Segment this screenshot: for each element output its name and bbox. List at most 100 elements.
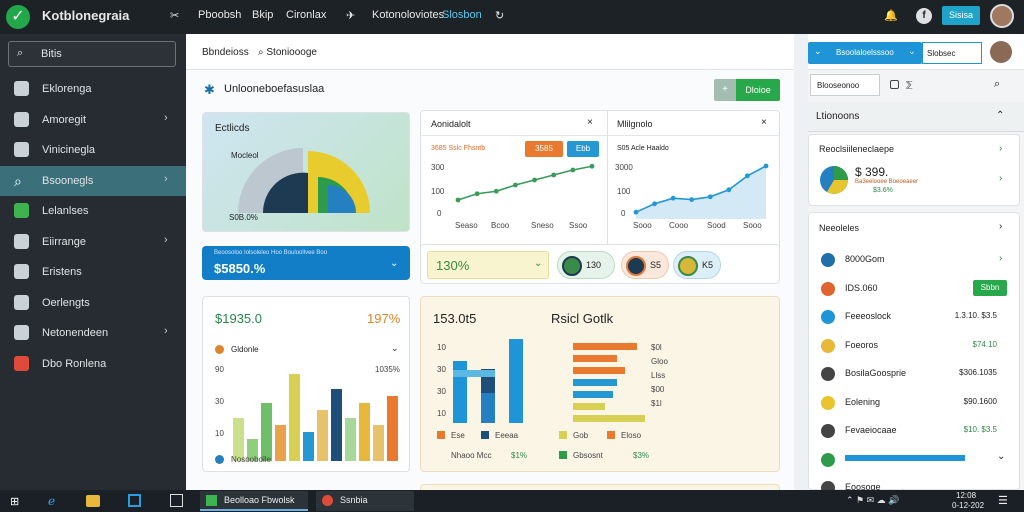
chevron-right-icon: › xyxy=(164,325,168,337)
bars-ytick-1: 30 xyxy=(215,397,224,406)
list-item[interactable]: BosilaGoosprie $306.1035 xyxy=(809,363,1019,387)
list-item[interactable]: Feeeoslock 1.3.10. $3.5 xyxy=(809,306,1019,330)
chevron-right-icon[interactable]: › xyxy=(999,143,1002,154)
summary-pct: $3.6% xyxy=(873,187,893,194)
globe-icon xyxy=(678,256,698,276)
notification-icon[interactable]: 🔔 xyxy=(884,9,898,22)
banner-value: $5850.% xyxy=(214,261,266,276)
hbar-value-label: $1l xyxy=(651,399,662,408)
sidebar-search-input[interactable]: ⌕ Bitis xyxy=(8,41,176,67)
list-item[interactable]: ⌄ xyxy=(809,449,1019,473)
share-button[interactable]: Sisisa xyxy=(942,6,980,25)
search-icon[interactable]: ⌕ xyxy=(994,78,1000,91)
hbar-mark xyxy=(573,415,645,422)
chevron-right-icon[interactable]: › xyxy=(999,221,1002,232)
tab-search[interactable]: ⌕ Stonioooge xyxy=(258,47,317,58)
store-icon[interactable] xyxy=(128,494,141,507)
list-item-icon xyxy=(821,310,835,324)
list-item[interactable]: 8000Gom › xyxy=(809,249,1019,273)
kpi-mini-1[interactable]: 130 xyxy=(557,251,615,279)
mid-legend-swatch-1 xyxy=(481,431,489,439)
list-item-badge[interactable]: Sbbn xyxy=(973,279,1007,296)
value-banner[interactable]: Beoosoloo Iolsoleleo Hoo Bouloollvee Boo… xyxy=(202,246,410,280)
notification-center-icon[interactable]: ☰ xyxy=(998,494,1008,507)
mid-footer-left: Nhaoo Mcc xyxy=(451,451,492,460)
sidebar-item-2[interactable]: Vinicinegla xyxy=(0,135,186,165)
chevron-right-icon: › xyxy=(164,233,168,246)
top-search-highlight[interactable]: Slosbon xyxy=(442,9,482,21)
hbar-mark xyxy=(573,367,625,374)
primary-button-label: Bsoolaloelsssoo xyxy=(836,48,894,57)
info-icon[interactable]: f xyxy=(916,8,932,24)
sidebar-item-9[interactable]: Dbo Ronlena xyxy=(0,349,186,379)
menu-item-1[interactable]: Bkip xyxy=(252,9,273,21)
clock-date[interactable]: 0-12-202 xyxy=(952,501,984,510)
sidebar-item-6[interactable]: Eristens xyxy=(0,257,186,287)
sidebar-item-4[interactable]: Lelanlses xyxy=(0,196,186,226)
refresh-icon[interactable]: ↻ xyxy=(495,9,504,22)
search-icon: ⌕ xyxy=(14,172,22,189)
close-icon[interactable]: × xyxy=(761,117,767,128)
chevron-down-icon[interactable]: ⌄ xyxy=(391,343,399,354)
list-item-label: Foeoros xyxy=(845,339,879,350)
chevron-down-icon: ⌄ xyxy=(997,450,1006,462)
hbar-mark xyxy=(573,355,617,362)
add-button[interactable]: + Dloioe xyxy=(714,79,780,101)
checkbox-icon[interactable] xyxy=(890,80,899,89)
kpi-mini-3[interactable]: K5 xyxy=(673,251,721,279)
folder-icon[interactable] xyxy=(86,495,100,507)
menu-item-0[interactable]: Pboobsh xyxy=(198,9,241,21)
list-item[interactable]: IDS.060 Sbbn xyxy=(809,278,1019,302)
kpi-mini-2[interactable]: S5 xyxy=(621,251,669,279)
list-item[interactable]: Foeoros $74.10 xyxy=(809,335,1019,359)
list-item-icon xyxy=(821,253,835,267)
list-item-icon xyxy=(821,452,835,467)
sidebar-item-3[interactable]: ⌕ Bsoonegls › xyxy=(0,165,186,196)
chevron-right-icon[interactable]: › xyxy=(999,173,1002,184)
pin-icon[interactable]: ✈ xyxy=(346,9,355,22)
mid-bar-mark xyxy=(481,393,495,423)
list-item-icon xyxy=(821,367,835,381)
clock-time[interactable]: 12:08 xyxy=(956,491,976,500)
tools-icon[interactable]: ✂ xyxy=(170,9,179,22)
taskbar-app-2[interactable]: Ssnbia xyxy=(316,491,414,511)
window-icon[interactable] xyxy=(170,494,183,507)
section-header[interactable]: Ltionoons ⌃ xyxy=(808,102,1024,132)
sidebar-item-7[interactable]: Oerlengts xyxy=(0,288,186,318)
tab-main[interactable]: Bbndeioss xyxy=(202,47,249,58)
line-charts-card: Aonidalolt × 3685 Sslc Fhsntb 3585 Ebb 3… xyxy=(420,110,780,264)
top-search-label[interactable]: Kotonoloviotes xyxy=(372,9,444,21)
summary-title: Reoclsiileneclaepe xyxy=(819,144,895,154)
mid-title: 153.0t5 xyxy=(433,311,477,326)
sidebar-item-label: Bsoonegls xyxy=(42,174,94,187)
list-item-label: Feeeoslock xyxy=(845,311,892,321)
line-point xyxy=(689,197,695,202)
sidebar-item-1[interactable]: Amoregit › xyxy=(0,105,186,135)
sidebar-item-8[interactable]: Netonendeen › xyxy=(0,318,186,348)
list-item-label: IDS.060 xyxy=(845,282,878,293)
line-point xyxy=(589,163,595,169)
right-search-input[interactable]: Blooseonoo xyxy=(810,74,880,96)
list-item[interactable]: Eolening $90.1600 xyxy=(809,392,1019,416)
primary-split-button[interactable]: ⌄ Bsoolaloelsssoo ⌄ xyxy=(808,42,922,64)
list-item-value: $10. $3.5 xyxy=(963,425,997,434)
line2-xtick-3: Sooo xyxy=(743,221,762,230)
taskbar-app-2-label: Ssnbia xyxy=(340,495,368,505)
close-icon[interactable]: × xyxy=(587,117,593,128)
app-title: Kotblonegraia xyxy=(42,8,130,23)
menu-item-2[interactable]: Cironlax xyxy=(286,9,326,21)
windows-icon[interactable]: ⊞ xyxy=(10,495,19,508)
list-item[interactable]: Fevaeiocaae $10. $3.5 xyxy=(809,420,1019,444)
kpi-main[interactable]: 130% ⌄ xyxy=(427,251,549,279)
sidebar-item-5[interactable]: Eiirrange › xyxy=(0,227,186,257)
pill-orange[interactable]: 3585 xyxy=(525,141,563,157)
edge-icon[interactable]: ℯ xyxy=(48,494,55,508)
secondary-button[interactable]: Slobsec xyxy=(922,42,982,64)
list-title: Neeoleles xyxy=(819,223,860,233)
pill-blue[interactable]: Ebb xyxy=(567,141,599,157)
taskbar-app-1[interactable]: Beolloao Fbwolsk xyxy=(200,491,308,511)
user-avatar[interactable] xyxy=(990,4,1014,28)
user-avatar[interactable] xyxy=(990,41,1012,63)
sidebar-item-0[interactable]: Eklorenga xyxy=(0,74,186,104)
tray-icons[interactable]: ⌃ ⚑ ✉ ☁ 🔊 xyxy=(846,495,899,506)
